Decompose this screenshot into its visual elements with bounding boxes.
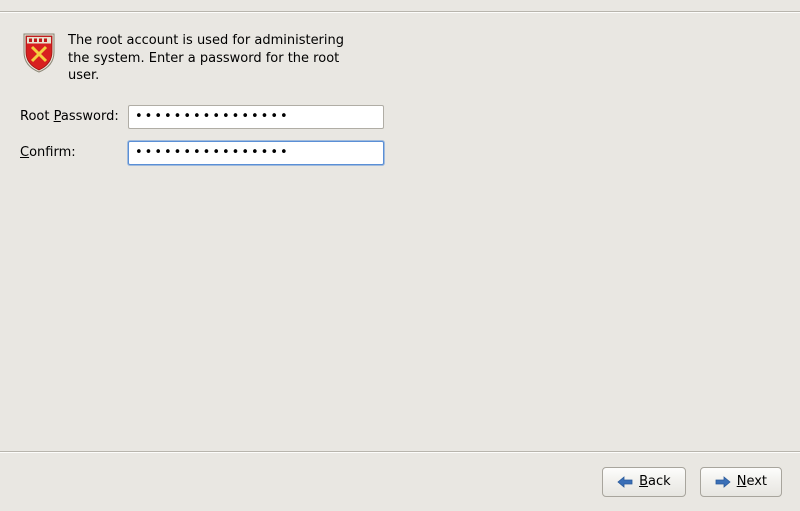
shield-icon — [20, 30, 58, 74]
form-area: Root Password: Confirm: — [20, 105, 780, 165]
next-button[interactable]: Next — [700, 467, 782, 497]
arrow-right-icon — [715, 476, 731, 488]
bottom-bar: Back Next — [0, 451, 800, 511]
confirm-password-input[interactable] — [128, 141, 384, 165]
content-area: The root account is used for administeri… — [20, 30, 780, 165]
top-divider — [0, 11, 800, 13]
header-row: The root account is used for administeri… — [20, 30, 780, 85]
arrow-left-icon — [617, 476, 633, 488]
back-button-label: Back — [639, 474, 671, 489]
instruction-text: The root account is used for administeri… — [68, 30, 358, 85]
next-button-label: Next — [737, 474, 767, 489]
root-password-input[interactable] — [128, 105, 384, 129]
confirm-password-label: Confirm: — [20, 145, 128, 160]
root-password-label: Root Password: — [20, 109, 128, 124]
back-button[interactable]: Back — [602, 467, 686, 497]
